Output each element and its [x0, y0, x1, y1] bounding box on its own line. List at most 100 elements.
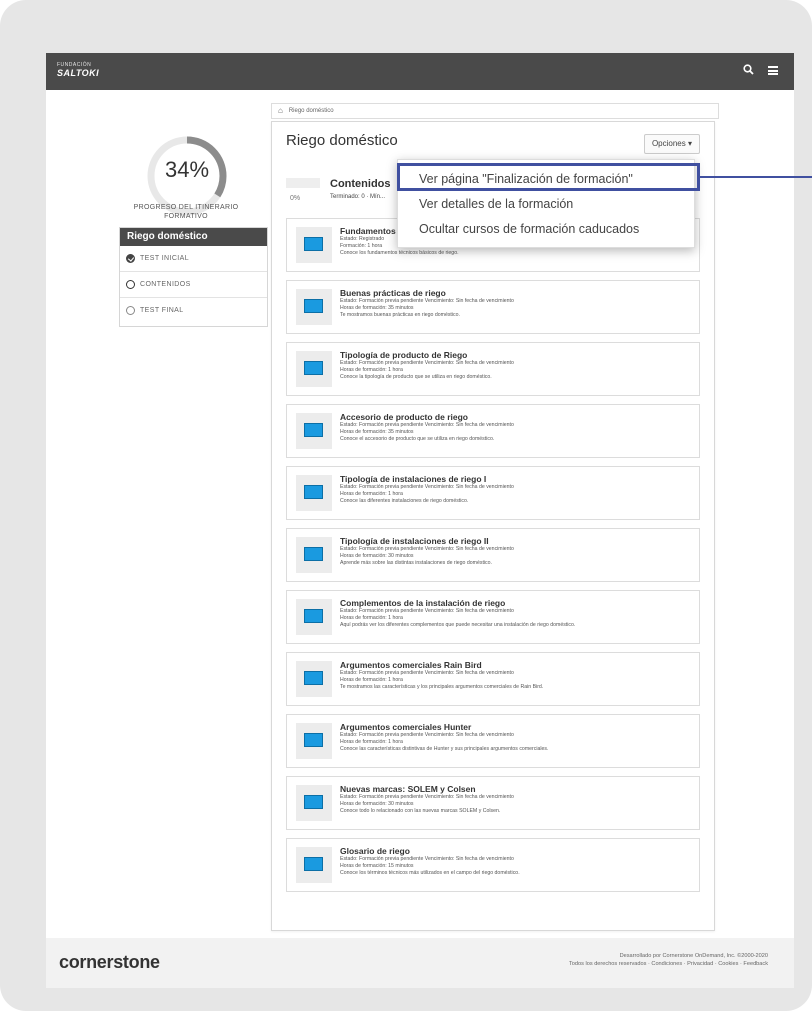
course-hours: Horas de formación: 35 minutos [340, 429, 414, 435]
breadcrumb-item[interactable]: Riego doméstico [289, 104, 334, 118]
course-title[interactable]: Argumentos comerciales Hunter [340, 722, 690, 732]
cornerstone-logo: cornerstone [59, 952, 160, 972]
course-description: Conoce las diferentes instalaciones de r… [340, 498, 469, 504]
monitor-icon [304, 361, 323, 375]
course-description: Aprende más sobre las distintas instalac… [340, 560, 492, 566]
course-status: Estado: Formación previa pendiente Venci… [340, 298, 514, 304]
course-status: Estado: Formación previa pendiente Venci… [340, 732, 514, 738]
logo-brand: SALTOKI [57, 68, 100, 78]
course-title[interactable]: Accesorio de producto de riego [340, 412, 690, 422]
course-thumbnail[interactable] [296, 599, 332, 635]
course-hours: Horas de formación: 30 minutos [340, 801, 414, 807]
footer-legal: Desarrollado por Cornerstone OnDemand, I… [569, 952, 768, 968]
course-status: Estado: Formación previa pendiente Venci… [340, 546, 514, 552]
monitor-icon [304, 299, 323, 313]
annotation-highlight-box [397, 163, 700, 191]
course-card[interactable]: Argumentos comerciales Hunter Estado: For… [286, 714, 700, 768]
search-icon[interactable] [743, 64, 754, 78]
monitor-icon [304, 547, 323, 561]
course-hours: Horas de formación: 15 minutos [340, 863, 414, 869]
footer-links[interactable]: Todos los derechos reservados · Condicio… [569, 960, 768, 968]
course-status: Estado: Formación previa pendiente Venci… [340, 670, 514, 676]
footer-copyright: Desarrollado por Cornerstone OnDemand, I… [619, 953, 768, 959]
home-icon[interactable]: ⌂ [278, 104, 283, 118]
course-card[interactable]: Tipología de producto de Riego Estado: Fo… [286, 342, 700, 396]
monitor-icon [304, 671, 323, 685]
check-circle-icon [126, 254, 135, 263]
course-description: Conoce todo lo relacionado con las nueva… [340, 808, 501, 814]
course-thumbnail[interactable] [296, 227, 332, 263]
itinerary-panel: Riego doméstico TEST INICIAL CONTENIDOS … [119, 227, 268, 327]
course-status: Estado: Formación previa pendiente Venci… [340, 856, 514, 862]
course-title[interactable]: Tipología de producto de Riego [340, 350, 690, 360]
contents-percent: 0% [290, 195, 301, 202]
course-hours: Horas de formación: 1 hora [340, 677, 403, 683]
course-thumbnail[interactable] [296, 475, 332, 511]
current-step-icon [126, 280, 135, 289]
course-card[interactable]: Buenas prácticas de riego Estado: Formaci… [286, 280, 700, 334]
course-description: Conoce los fundamentos técnicos básicos … [340, 250, 459, 256]
course-card[interactable]: Argumentos comerciales Rain Bird Estado: … [286, 652, 700, 706]
course-thumbnail[interactable] [296, 537, 332, 573]
menu-item-view-training-details[interactable]: Ver detalles de la formación [398, 192, 694, 217]
course-hours: Horas de formación: 1 hora [340, 739, 403, 745]
empty-circle-icon [126, 306, 135, 315]
course-thumbnail[interactable] [296, 723, 332, 759]
course-thumbnail[interactable] [296, 785, 332, 821]
course-title[interactable]: Argumentos comerciales Rain Bird [340, 660, 690, 670]
monitor-icon [304, 485, 323, 499]
saltoki-logo[interactable]: FUNDACIÓN SALTOKI [57, 62, 99, 78]
menu-item-hide-expired-courses[interactable]: Ocultar cursos de formación caducados [398, 217, 694, 242]
course-card[interactable]: Accesorio de producto de riego Estado: Fo… [286, 404, 700, 458]
course-status: Estado: Formación previa pendiente Venci… [340, 794, 514, 800]
course-title[interactable]: Complementos de la instalación de riego [340, 598, 690, 608]
monitor-icon [304, 423, 323, 437]
itinerary-item-test-final[interactable]: TEST FINAL [120, 298, 267, 323]
course-title[interactable]: Buenas prácticas de riego [340, 288, 690, 298]
itinerary-item-contenidos[interactable]: CONTENIDOS [120, 272, 267, 298]
course-card[interactable]: Tipología de instalaciones de riego II Es… [286, 528, 700, 582]
course-description: Conoce el accesorio de producto que se u… [340, 436, 495, 442]
contents-summary: Terminado: 0 · Mín... [330, 194, 386, 200]
course-title[interactable]: Glosario de riego [340, 846, 690, 856]
monitor-icon [304, 237, 323, 251]
course-description: Te mostramos las características y los p… [340, 684, 544, 690]
course-card[interactable]: Tipología de instalaciones de riego I Est… [286, 466, 700, 520]
itinerary-title: Riego doméstico [120, 228, 267, 246]
course-description: Conoce los términos técnicos más utiliza… [340, 870, 520, 876]
monitor-icon [304, 609, 323, 623]
monitor-icon [304, 733, 323, 747]
course-thumbnail[interactable] [296, 289, 332, 325]
course-hours: Horas de formación: 1 hora [340, 615, 403, 621]
contents-heading: Contenidos [330, 178, 391, 190]
course-card[interactable]: Glosario de riego Estado: Formación previ… [286, 838, 700, 892]
course-thumbnail[interactable] [296, 351, 332, 387]
options-button[interactable]: Opciones ▾ [643, 134, 700, 154]
screenshot-frame: FUNDACIÓN SALTOKI 34% PROGRESO DEL ITINE… [0, 0, 812, 1011]
course-hours: Horas de formación: 1 hora [340, 367, 403, 373]
course-title[interactable]: Tipología de instalaciones de riego I [340, 474, 690, 484]
course-title[interactable]: Tipología de instalaciones de riego II [340, 536, 690, 546]
course-hours: Horas de formación: 30 minutos [340, 553, 414, 559]
logo-subtitle: FUNDACIÓN [57, 62, 92, 68]
itinerary-item-label: TEST INICIAL [140, 255, 190, 262]
itinerary-item-test-inicial[interactable]: TEST INICIAL [120, 246, 267, 272]
breadcrumb: ⌂ Riego doméstico [271, 103, 719, 119]
course-card[interactable]: Complementos de la instalación de riego E… [286, 590, 700, 644]
footer: cornerstone Desarrollado por Cornerstone… [46, 938, 794, 988]
course-title[interactable]: Nuevas marcas: SOLEM y Colsen [340, 784, 690, 794]
course-thumbnail[interactable] [296, 661, 332, 697]
course-thumbnail[interactable] [296, 413, 332, 449]
course-description: Conoce las características distintivas d… [340, 746, 549, 752]
course-thumbnail[interactable] [296, 847, 332, 883]
annotation-callout-line [700, 176, 812, 178]
course-description: Conoce la tipología de producto que se u… [340, 374, 492, 380]
course-card[interactable]: Nuevas marcas: SOLEM y Colsen Estado: For… [286, 776, 700, 830]
course-status: Estado: Formación previa pendiente Venci… [340, 422, 514, 428]
course-status: Estado: Formación previa pendiente Venci… [340, 484, 514, 490]
course-description: Aquí podrás ver los diferentes complemen… [340, 622, 576, 628]
page-title: Riego doméstico [286, 132, 398, 149]
course-description: Te mostramos buenas prácticas en riego d… [340, 312, 460, 318]
contents-progress-bar [286, 178, 320, 188]
menu-icon[interactable] [768, 66, 778, 75]
